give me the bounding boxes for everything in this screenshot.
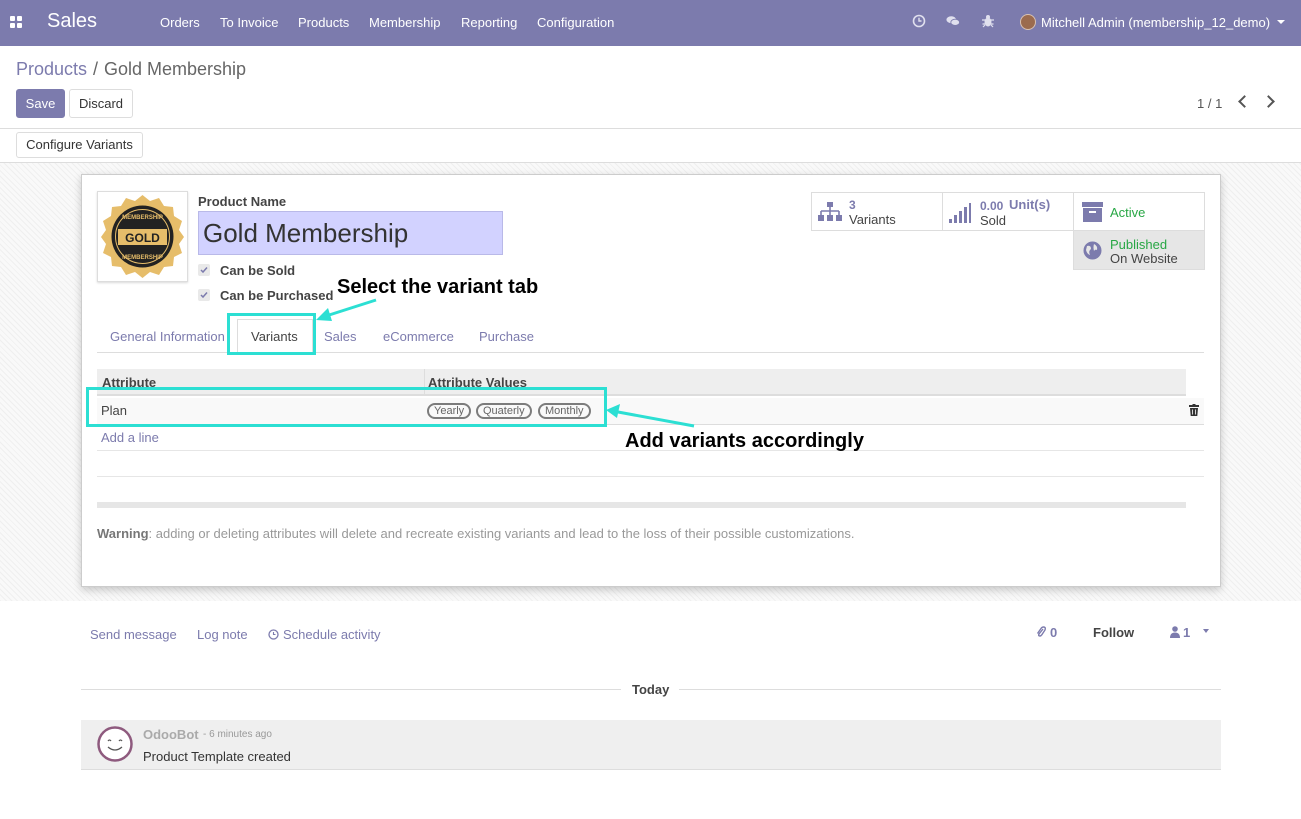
- apps-menu-icon[interactable]: [10, 16, 23, 29]
- svg-text:MEMBERSHIP: MEMBERSHIP: [122, 215, 163, 221]
- top-navbar: Sales Orders To Invoice Products Members…: [0, 0, 1301, 46]
- app-name: Sales: [47, 10, 98, 32]
- log-note-link[interactable]: Log note: [197, 627, 248, 642]
- attribute-row-highlight: [86, 387, 607, 427]
- published-label: Published: [1110, 237, 1168, 252]
- odoobot-avatar: [97, 726, 133, 762]
- warning-text: : adding or deleting attributes will del…: [148, 526, 855, 541]
- attachments-count[interactable]: 0: [1050, 625, 1057, 640]
- schedule-activity-link[interactable]: Schedule activity: [283, 627, 381, 642]
- tab-purchase[interactable]: Purchase: [479, 329, 534, 344]
- table-footer: [97, 502, 1186, 508]
- user-icon[interactable]: [1170, 626, 1180, 638]
- followers-caret-icon[interactable]: [1203, 629, 1209, 633]
- clock-icon[interactable]: [912, 14, 926, 28]
- pager-value: 1 / 1: [1197, 96, 1223, 111]
- product-name-label: Product Name: [198, 194, 287, 209]
- date-separator: Today: [632, 682, 670, 697]
- paperclip-icon[interactable]: [1036, 626, 1046, 638]
- active-label: Active: [1110, 205, 1146, 220]
- follow-button[interactable]: Follow: [1093, 625, 1134, 640]
- save-button[interactable]: Save: [16, 89, 65, 118]
- pager-previous-icon[interactable]: [1238, 95, 1251, 108]
- menu-orders[interactable]: Orders: [160, 15, 200, 30]
- table-row-divider: [97, 476, 1204, 477]
- globe-icon: [1083, 241, 1102, 260]
- menu-membership[interactable]: Membership: [369, 15, 441, 30]
- tab-general-information[interactable]: General Information: [110, 329, 225, 344]
- active-toggle-button[interactable]: Active: [1073, 192, 1205, 231]
- message-author[interactable]: OdooBot: [143, 727, 199, 742]
- trash-icon[interactable]: [1189, 404, 1199, 416]
- configure-variants-button[interactable]: Configure Variants: [16, 132, 143, 158]
- date-separator-line: [81, 689, 621, 690]
- sold-label: Sold: [980, 213, 1007, 228]
- can-be-sold-checkbox[interactable]: [198, 264, 210, 276]
- variants-count: 3: [849, 198, 856, 212]
- can-be-purchased-checkbox[interactable]: [198, 289, 210, 301]
- menu-reporting[interactable]: Reporting: [461, 15, 517, 30]
- sitemap-icon: [818, 202, 842, 221]
- product-image[interactable]: GOLD MEMBERSHIP MEMBERSHIP: [97, 191, 188, 282]
- divider: [0, 128, 1301, 129]
- caret-down-icon[interactable]: [1277, 20, 1285, 24]
- bug-icon[interactable]: [981, 14, 995, 28]
- svg-text:GOLD: GOLD: [125, 231, 160, 245]
- published-sub-label: On Website: [1110, 251, 1178, 266]
- breadcrumb-current: Gold Membership: [104, 59, 247, 79]
- breadcrumb-products[interactable]: Products: [16, 59, 87, 80]
- add-a-line-link[interactable]: Add a line: [101, 430, 159, 445]
- send-message-link[interactable]: Send message: [90, 627, 177, 642]
- can-be-purchased-label: Can be Purchased: [220, 288, 334, 303]
- pager-next-icon[interactable]: [1262, 95, 1275, 108]
- membership-badge-image: GOLD MEMBERSHIP MEMBERSHIP: [101, 195, 184, 278]
- tab-ecommerce[interactable]: eCommerce: [383, 329, 454, 344]
- svg-text:MEMBERSHIP: MEMBERSHIP: [122, 255, 163, 261]
- variants-tab-highlight: [227, 313, 316, 355]
- chat-icon[interactable]: [946, 14, 960, 28]
- breadcrumb-separator: /: [93, 59, 99, 79]
- menu-to-invoice[interactable]: To Invoice: [220, 15, 279, 30]
- user-menu[interactable]: Mitchell Admin (membership_12_demo): [1041, 15, 1270, 30]
- message-time: - 6 minutes ago: [203, 729, 272, 740]
- clock-icon: [268, 629, 279, 640]
- discard-button[interactable]: Discard: [69, 89, 133, 118]
- annotation-add-variants: Add variants accordingly: [625, 430, 864, 452]
- archive-icon: [1082, 202, 1103, 222]
- date-separator-line: [679, 689, 1221, 690]
- tab-sales[interactable]: Sales: [324, 329, 357, 344]
- sold-smart-button[interactable]: 0.00 Unit(s) Sold: [942, 192, 1074, 231]
- variants-label: Variants: [849, 212, 896, 227]
- website-published-button[interactable]: Published On Website: [1073, 230, 1205, 270]
- message-body: Product Template created: [143, 749, 291, 764]
- avatar[interactable]: [1020, 14, 1036, 30]
- can-be-sold-label: Can be Sold: [220, 263, 296, 278]
- sold-value: 0.00: [980, 199, 1004, 213]
- variants-smart-button[interactable]: 3 Variants: [811, 192, 943, 231]
- menu-configuration[interactable]: Configuration: [537, 15, 614, 30]
- warning-label: Warning: [97, 526, 149, 541]
- menu-products[interactable]: Products: [298, 15, 349, 30]
- followers-count[interactable]: 1: [1183, 625, 1190, 640]
- annotation-select-tab: Select the variant tab: [337, 276, 539, 298]
- warning-message: Warning: adding or deleting attributes w…: [97, 526, 855, 541]
- signal-bars-icon: [949, 203, 971, 223]
- product-name-input[interactable]: Gold Membership: [198, 211, 503, 255]
- sold-unit: Unit(s): [1009, 197, 1051, 212]
